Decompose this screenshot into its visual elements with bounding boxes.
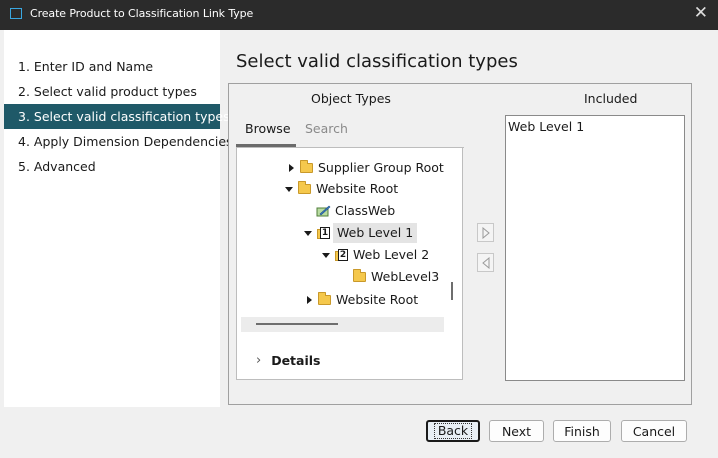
step-advanced[interactable]: 5. Advanced [4, 154, 220, 179]
step-apply-dimension-dependencies[interactable]: 4. Apply Dimension Dependencies [4, 129, 233, 154]
level-2-icon: 2 [335, 248, 349, 262]
app-window-icon [10, 8, 22, 19]
page-title: Select valid classification types [236, 51, 518, 72]
remove-from-included-button[interactable] [477, 253, 494, 272]
finish-button[interactable]: Finish [553, 420, 611, 442]
tree-item-web-level-2[interactable]: 2 Web Level 2 [322, 245, 429, 265]
wizard-steps: 1. Enter ID and Name 2. Select valid pro… [4, 30, 233, 407]
included-list[interactable]: Web Level 1 [505, 115, 685, 381]
folder-icon [353, 269, 366, 282]
tree-item-web-level-1[interactable]: 1 Web Level 1 [304, 223, 418, 243]
collapse-icon[interactable] [285, 186, 293, 192]
back-button-label: Back [433, 423, 473, 439]
details-expander[interactable]: › Details [256, 353, 320, 368]
tree-item-label: Website Root [336, 292, 419, 307]
step-select-classification-types[interactable]: 3. Select valid classification types [4, 104, 230, 129]
arrow-left-icon [481, 256, 489, 269]
object-types-label: Object Types [311, 91, 391, 106]
expand-icon[interactable] [307, 296, 312, 304]
tree-item-website-root[interactable]: Website Root [285, 179, 398, 199]
tree-item-label: Web Level 2 [353, 247, 430, 262]
cancel-button[interactable]: Cancel [621, 420, 687, 442]
collapse-icon[interactable] [304, 230, 312, 236]
tree-item-label: WebLevel3 [371, 269, 440, 284]
tree-vertical-scrollbar[interactable] [451, 282, 453, 300]
collapse-icon[interactable] [322, 252, 330, 258]
tab-browse[interactable]: Browse [245, 121, 291, 136]
back-button[interactable]: Back [426, 420, 480, 442]
included-item-web-level-1[interactable]: Web Level 1 [508, 119, 584, 134]
tree-item-label: Supplier Group Root [318, 160, 444, 175]
step-enter-id-name[interactable]: 1. Enter ID and Name [4, 54, 220, 79]
folder-icon [318, 292, 331, 305]
next-button[interactable]: Next [489, 420, 544, 442]
classification-icon [316, 205, 331, 217]
details-label: Details [271, 353, 321, 368]
window-title: Create Product to Classification Link Ty… [30, 7, 254, 20]
title-bar: Create Product to Classification Link Ty… [0, 0, 718, 30]
included-label: Included [584, 91, 638, 106]
tree-item-label: Web Level 1 [333, 223, 418, 243]
expand-icon[interactable] [289, 164, 294, 172]
arrow-right-icon [482, 226, 490, 239]
chevron-right-icon: › [256, 353, 262, 368]
close-icon[interactable]: ✕ [694, 3, 708, 23]
tree-item-supplier-group-root[interactable]: Supplier Group Root [289, 158, 444, 178]
level-1-icon: 1 [317, 226, 331, 240]
step-select-product-types[interactable]: 2. Select valid product types [4, 79, 220, 104]
tree-horizontal-scroll-thumb[interactable] [256, 323, 338, 325]
add-to-included-button[interactable] [477, 223, 494, 242]
folder-icon [298, 181, 311, 194]
tree-item-weblevel3[interactable]: WebLevel3 [353, 267, 439, 287]
tree-item-website-root-2[interactable]: Website Root [307, 290, 418, 310]
tree-item-label: Website Root [316, 181, 399, 196]
tree-item-classweb[interactable]: ClassWeb [316, 201, 395, 221]
tab-search[interactable]: Search [305, 121, 348, 136]
tree-item-label: ClassWeb [335, 203, 396, 218]
folder-icon [300, 160, 313, 173]
